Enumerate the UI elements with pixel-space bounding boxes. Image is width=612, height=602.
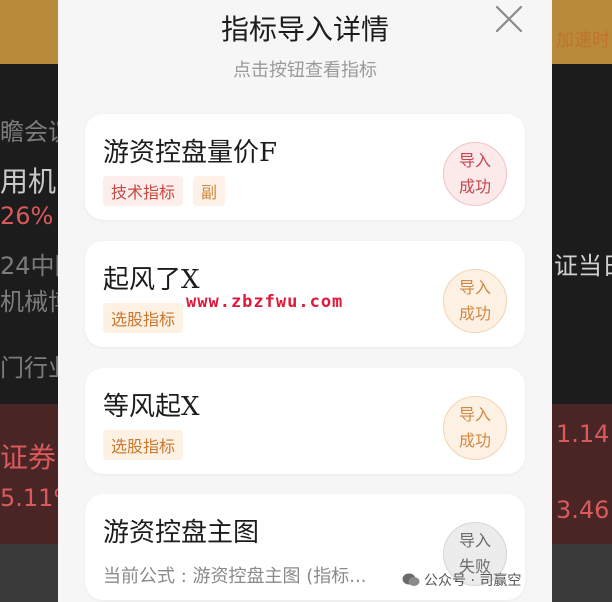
indicator-name: 等风起X [103, 392, 200, 422]
status-label: 导入 [458, 531, 491, 550]
indicator-tags: 技术指标 副 [103, 176, 226, 206]
import-status-button[interactable]: 导入 成功 [443, 142, 507, 206]
status-label: 导入 [458, 151, 491, 170]
wechat-watermark-text: 公众号 · 司赢空 [424, 573, 522, 589]
status-label: 导入 [458, 405, 491, 424]
status-label: 成功 [458, 177, 491, 196]
indicator-tags: 选股指标 [103, 430, 184, 460]
status-label: 导入 [458, 278, 491, 297]
tag-category: 选股指标 [103, 430, 184, 460]
indicator-name: 游资控盘主图 [103, 518, 260, 548]
bg-text: 证当日 [554, 252, 612, 280]
indicator-card[interactable]: 游资控盘量价F 技术指标 副 导入成功 [85, 114, 525, 220]
import-status-button[interactable]: 导入 成功 [443, 269, 507, 333]
bg-text: 1.14 [556, 420, 610, 448]
wechat-icon [402, 573, 420, 586]
tag-category: 技术指标 [103, 176, 184, 206]
tag-subchart: 副 [193, 176, 226, 206]
modal-subtitle: 点击按钮查看指标 [233, 60, 377, 81]
site-watermark: www.zbzfwu.com [186, 292, 344, 312]
bg-text: 加速时 [556, 30, 610, 51]
tag-category: 选股指标 [103, 303, 184, 333]
bg-text: 26% [0, 202, 54, 230]
wechat-watermark: 公众号 · 司赢空 [402, 570, 521, 590]
bg-text: 用机 [0, 165, 57, 198]
bg-text: 证券 [0, 441, 57, 474]
indicator-name: 游资控盘量价F [103, 138, 278, 168]
import-status-button[interactable]: 导入 成功 [443, 396, 507, 460]
indicator-formula: 当前公式 : 游资控盘主图 (指标... [103, 566, 367, 587]
modal-title: 指标导入详情 [220, 13, 389, 46]
indicator-name: 起风了X [103, 265, 200, 295]
indicator-tags: 选股指标 [103, 303, 184, 333]
indicator-card[interactable]: 等风起X 选股指标 导入成功 [85, 368, 525, 474]
bg-text: 3.46 [556, 496, 610, 524]
status-label: 成功 [458, 304, 491, 323]
status-label: 成功 [458, 431, 491, 450]
